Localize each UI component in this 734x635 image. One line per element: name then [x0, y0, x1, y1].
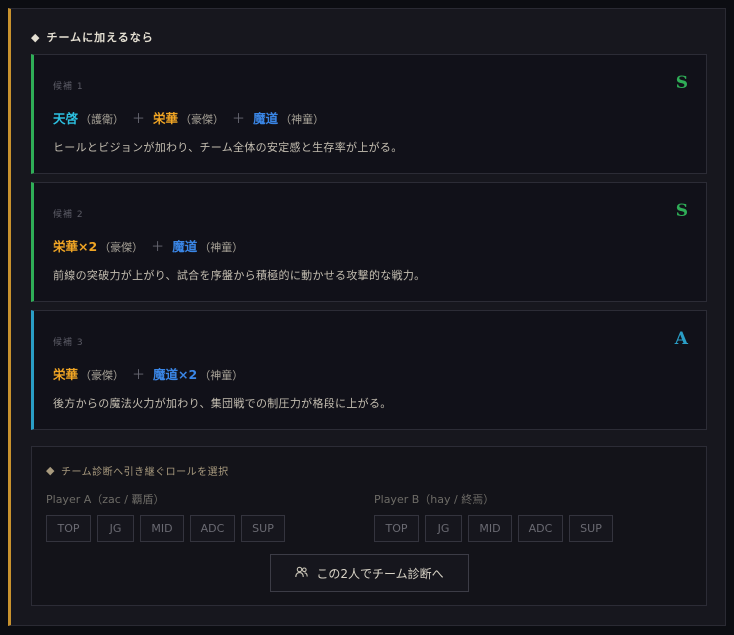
- role-button-jg[interactable]: JG: [425, 515, 462, 542]
- role-button-adc[interactable]: ADC: [518, 515, 563, 542]
- member-name: 天啓: [53, 111, 79, 126]
- grade-badge: A: [674, 329, 688, 349]
- candidate-description: 前線の突破力が上がり、試合を序盤から積極的に動かせる攻撃的な戦力。: [53, 269, 426, 282]
- member-role: （豪傑）: [99, 241, 144, 254]
- role-button-sup[interactable]: SUP: [241, 515, 285, 542]
- candidate-label: 候補 3: [53, 338, 84, 348]
- role-button-mid[interactable]: MID: [468, 515, 512, 542]
- role-select-header: ◆ チーム診断へ引き継ぐロールを選択: [46, 463, 229, 478]
- users-icon: [295, 566, 309, 581]
- composition: 天啓 （護衛） ＋ 栄華 （豪傑） ＋ 魔道 （神童）: [53, 108, 324, 127]
- candidate-description: 後方からの魔法火力が加わり、集団戦での制圧力が格段に上がる。: [53, 397, 392, 410]
- diamond-icon: ◆: [31, 30, 41, 44]
- member-name: 栄華: [153, 111, 179, 126]
- member-name: 栄華×2: [53, 239, 98, 254]
- role-button-top[interactable]: TOP: [46, 515, 91, 542]
- candidate-card: 候補 1 S 天啓 （護衛） ＋ 栄華 （豪傑） ＋ 魔道 （神童） ヒールとビ…: [31, 54, 707, 174]
- grade-badge: S: [675, 201, 688, 221]
- plus-icon: ＋: [151, 240, 165, 255]
- player-a-label: Player A（zac / 覇盾）: [46, 493, 165, 506]
- role-button-sup[interactable]: SUP: [569, 515, 613, 542]
- member-name: 魔道: [172, 239, 198, 254]
- member-role: （豪傑）: [80, 369, 125, 382]
- member-role: （豪傑）: [180, 113, 225, 126]
- plus-icon: ＋: [132, 112, 146, 127]
- diamond-icon: ◆: [46, 464, 55, 477]
- role-button-mid[interactable]: MID: [140, 515, 184, 542]
- team-suggestion-panel: ◆ チームに加えるなら 候補 1 S 天啓 （護衛） ＋ 栄華 （豪傑） ＋ 魔…: [8, 8, 726, 626]
- member-name: 魔道×2: [153, 367, 198, 382]
- candidate-label: 候補 1: [53, 82, 84, 92]
- role-select-panel: ◆ チーム診断へ引き継ぐロールを選択 Player A（zac / 覇盾） TO…: [31, 446, 707, 606]
- composition: 栄華×2 （豪傑） ＋ 魔道 （神童）: [53, 236, 243, 255]
- section-header: ◆ チームに加えるなら: [31, 29, 154, 45]
- candidate-description: ヒールとビジョンが加わり、チーム全体の安定感と生存率が上がる。: [53, 141, 403, 154]
- player-a-group: Player A（zac / 覇盾） TOP JG MID ADC SUP: [46, 491, 285, 542]
- role-button-adc[interactable]: ADC: [190, 515, 235, 542]
- member-role: （護衛）: [80, 113, 125, 126]
- candidate-label: 候補 2: [53, 210, 84, 220]
- candidate-card: 候補 3 A 栄華 （豪傑） ＋ 魔道×2 （神童） 後方からの魔法火力が加わり…: [31, 310, 707, 430]
- player-a-roles: TOP JG MID ADC SUP: [46, 515, 285, 542]
- role-button-jg[interactable]: JG: [97, 515, 134, 542]
- team-diagnosis-button[interactable]: この2人でチーム診断へ: [270, 554, 469, 592]
- member-name: 栄華: [53, 367, 79, 382]
- composition: 栄華 （豪傑） ＋ 魔道×2 （神童）: [53, 364, 243, 383]
- plus-icon: ＋: [232, 112, 246, 127]
- role-select-title: チーム診断へ引き継ぐロールを選択: [60, 467, 229, 478]
- role-button-top[interactable]: TOP: [374, 515, 419, 542]
- member-role: （神童）: [199, 369, 244, 382]
- team-diagnosis-label: この2人でチーム診断へ: [316, 566, 444, 581]
- player-b-group: Player B（hay / 終焉） TOP JG MID ADC SUP: [374, 491, 613, 542]
- player-b-label: Player B（hay / 終焉）: [374, 493, 495, 506]
- member-name: 魔道: [253, 111, 279, 126]
- plus-icon: ＋: [132, 368, 146, 383]
- member-role: （神童）: [199, 241, 244, 254]
- section-title: チームに加えるなら: [46, 31, 154, 44]
- candidate-card: 候補 2 S 栄華×2 （豪傑） ＋ 魔道 （神童） 前線の突破力が上がり、試合…: [31, 182, 707, 302]
- player-b-roles: TOP JG MID ADC SUP: [374, 515, 613, 542]
- grade-badge: S: [675, 73, 688, 93]
- member-role: （神童）: [280, 113, 325, 126]
